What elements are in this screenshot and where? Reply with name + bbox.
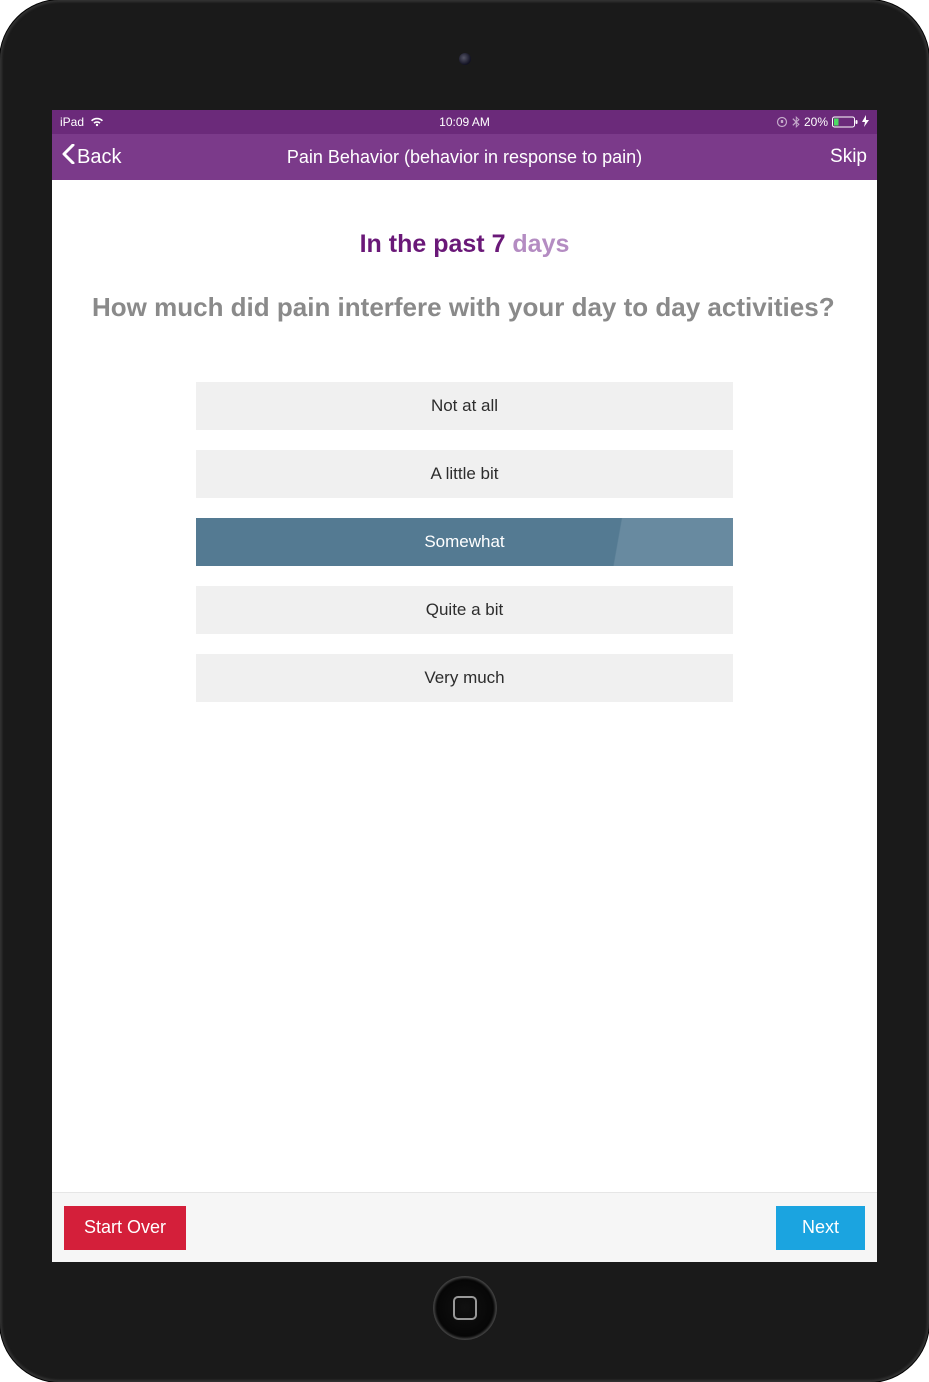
chevron-left-icon [62,144,75,170]
option-not-at-all[interactable]: Not at all [196,382,732,430]
option-label: A little bit [430,464,498,484]
home-button-icon [453,1296,477,1320]
bluetooth-icon [792,116,800,128]
option-label: Not at all [431,396,498,416]
status-time: 10:09 AM [330,115,600,129]
rotation-lock-icon [776,116,788,128]
home-button[interactable] [433,1276,497,1340]
back-label: Back [77,146,121,169]
skip-button[interactable]: Skip [830,146,867,168]
status-right: 20% [599,115,869,130]
option-label: Somewhat [424,532,504,552]
options-list: Not at all A little bit Somewhat Quite a… [196,382,732,702]
timeframe-suffix: days [505,230,569,258]
timeframe-count: 7 [492,230,506,258]
front-camera [459,53,471,65]
timeframe-prefix: In the past [360,230,492,258]
content-area: In the past 7 days How much did pain int… [52,180,877,1192]
start-over-button[interactable]: Start Over [64,1206,186,1250]
option-label: Quite a bit [426,600,504,620]
option-a-little-bit[interactable]: A little bit [196,450,732,498]
timeframe-header: In the past 7 days [92,230,837,259]
option-very-much[interactable]: Very much [196,654,732,702]
battery-percent: 20% [804,115,828,129]
back-button[interactable]: Back [62,144,121,170]
footer-bar: Start Over Next [52,1192,877,1262]
question-text: How much did pain interfere with your da… [92,291,837,324]
page-title: Pain Behavior (behavior in response to p… [52,147,877,168]
ipad-frame: iPad 10:09 AM 20% [0,0,929,1382]
next-button[interactable]: Next [776,1206,865,1250]
option-label: Very much [424,668,504,688]
status-bar: iPad 10:09 AM 20% [52,110,877,134]
screen: iPad 10:09 AM 20% [52,110,877,1262]
nav-bar: Back Pain Behavior (behavior in response… [52,134,877,180]
option-somewhat[interactable]: Somewhat [196,518,732,566]
battery-icon [832,116,858,128]
wifi-icon [90,117,104,127]
option-quite-a-bit[interactable]: Quite a bit [196,586,732,634]
charging-icon [862,115,869,130]
status-left: iPad [60,115,330,129]
device-label: iPad [60,115,84,129]
